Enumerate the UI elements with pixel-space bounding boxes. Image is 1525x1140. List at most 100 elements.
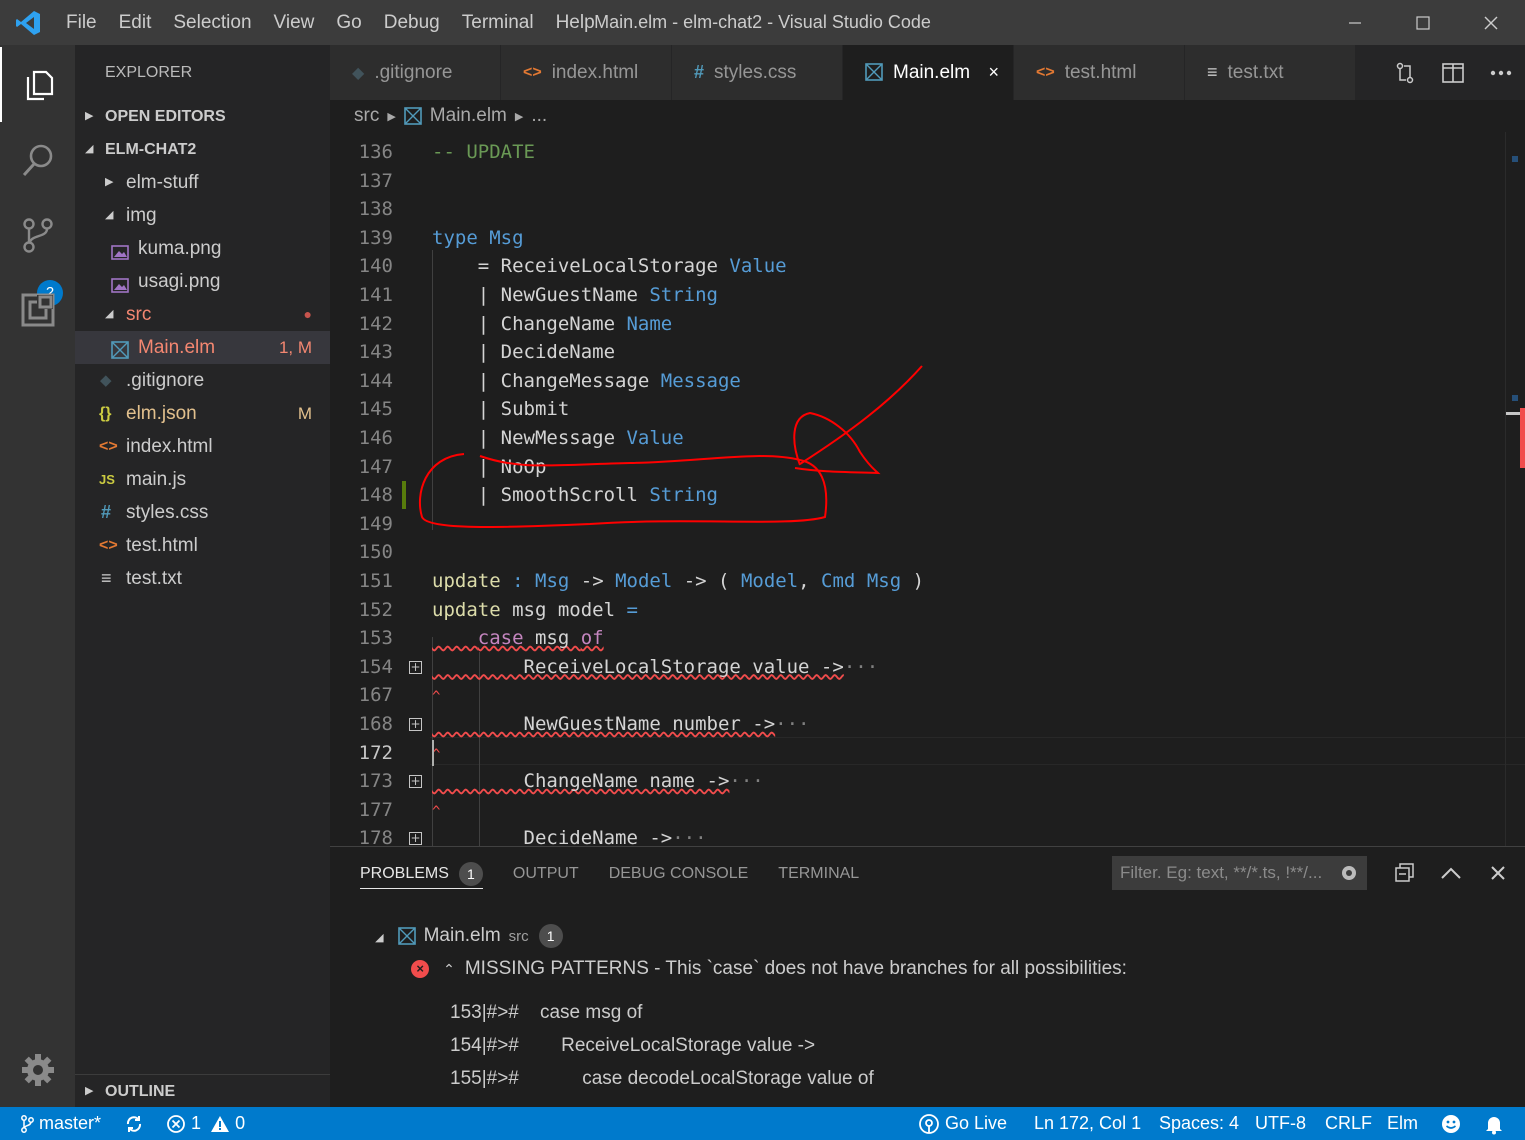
tree-item-test-html[interactable]: <> test.html xyxy=(75,529,330,562)
menu-debug[interactable]: Debug xyxy=(373,0,451,45)
language-mode[interactable]: Elm xyxy=(1387,1107,1418,1140)
tree-item-index-html[interactable]: <> index.html xyxy=(75,430,330,463)
tab-actions xyxy=(1381,45,1525,100)
menu-help[interactable]: Help xyxy=(545,0,606,45)
problem-detail-line: 155|#># case decodeLocalStorage value of xyxy=(450,1068,874,1089)
tab-gitignore[interactable]: ◆ .gitignore xyxy=(330,45,501,100)
activity-bar: 2 xyxy=(0,45,75,1107)
tree-item-label: kuma.png xyxy=(138,238,222,259)
chevron-right-icon: ▶ xyxy=(105,176,114,188)
close-tab-icon[interactable]: × xyxy=(988,62,999,83)
menu-terminal[interactable]: Terminal xyxy=(451,0,545,45)
tree-item-main-elm[interactable]: Main.elm 1, M xyxy=(75,331,330,364)
tab-test-txt[interactable]: ≡ test.txt xyxy=(1185,45,1356,100)
more-actions-icon[interactable] xyxy=(1477,45,1525,100)
maximize-panel-icon[interactable] xyxy=(1436,857,1466,889)
indentation[interactable]: Spaces: 4 xyxy=(1159,1107,1239,1140)
tree-item-src[interactable]: ◢ src ● xyxy=(75,298,330,331)
tab-styles-css[interactable]: # styles.css xyxy=(672,45,843,100)
status-bar: master* 1 0 Go Live Ln 172, Col 1 Spaces… xyxy=(0,1107,1525,1140)
tab-debug-console[interactable]: DEBUG CONSOLE xyxy=(609,859,749,889)
tree-item-usagi-png[interactable]: usagi.png xyxy=(75,265,330,298)
line-ending[interactable]: CRLF xyxy=(1325,1107,1372,1140)
close-window-button[interactable] xyxy=(1457,0,1525,45)
warning-icon xyxy=(211,1116,230,1133)
tree-item-img[interactable]: ◢ img xyxy=(75,199,330,232)
explorer-icon[interactable] xyxy=(0,47,75,122)
filter-settings-icon[interactable] xyxy=(1334,857,1364,889)
feedback-smiley-icon[interactable] xyxy=(1440,1107,1462,1140)
menu-selection[interactable]: Selection xyxy=(162,0,262,45)
tab-test-html[interactable]: <> test.html xyxy=(1014,45,1185,100)
tree-item-elm-json[interactable]: {} elm.json M xyxy=(75,397,330,430)
elm-icon xyxy=(865,63,883,82)
minimize-button[interactable] xyxy=(1321,0,1389,45)
tab-terminal[interactable]: TERMINAL xyxy=(778,859,859,889)
problem-detail-line: 153|#># case msg of xyxy=(450,1002,643,1023)
go-live-item[interactable]: Go Live xyxy=(918,1107,1007,1140)
cursor-position[interactable]: Ln 172, Col 1 xyxy=(1034,1107,1141,1140)
tab-label: test.txt xyxy=(1227,61,1284,83)
panel-tabs: PROBLEMS 1 OUTPUT DEBUG CONSOLE TERMINAL xyxy=(360,859,889,889)
status-badge: 1, M xyxy=(278,338,312,357)
chevron-down-icon: ◢ xyxy=(105,308,114,320)
tab-output[interactable]: OUTPUT xyxy=(513,859,579,889)
open-editors-label: OPEN EDITORS xyxy=(105,108,226,125)
tree-item-main-js[interactable]: JS main.js xyxy=(75,463,330,496)
error-count: 1 xyxy=(191,1113,202,1133)
tree-item-label: img xyxy=(126,205,157,226)
project-label: ELM-CHAT2 xyxy=(105,141,197,158)
tab-problems[interactable]: PROBLEMS 1 xyxy=(360,859,483,889)
tree-item-label: main.js xyxy=(126,469,187,490)
git-branch-item[interactable]: master* xyxy=(20,1107,101,1140)
project-section[interactable]: ◢ ELM-CHAT2 xyxy=(75,133,330,166)
tree-item-kuma-png[interactable]: kuma.png xyxy=(75,232,330,265)
collapse-all-icon[interactable] xyxy=(1390,857,1420,889)
source-control-icon[interactable] xyxy=(0,197,75,272)
tree-item-test-txt[interactable]: ≡ test.txt xyxy=(75,562,330,595)
tab-index-html[interactable]: <> index.html xyxy=(501,45,672,100)
open-editors-section[interactable]: ▶ OPEN EDITORS xyxy=(75,100,330,133)
html-icon: <> xyxy=(523,63,542,81)
problem-error-row[interactable]: × ⌃ MISSING PATTERNS - This `case` does no… xyxy=(390,936,1127,1002)
tab-label: test.html xyxy=(1064,61,1137,83)
tree-item-label: .gitignore xyxy=(126,370,205,391)
chevron-down-icon: ◢ xyxy=(105,209,114,221)
split-editor-icon[interactable] xyxy=(1429,45,1477,100)
open-changes-icon[interactable] xyxy=(1381,45,1429,100)
outline-section[interactable]: ▶ OUTLINE xyxy=(75,1074,330,1107)
problems-filter-input[interactable]: Filter. Eg: text, **/*.ts, !**/... xyxy=(1112,856,1367,890)
vscode-logo-icon xyxy=(0,0,55,45)
chevron-right-icon: ▶ xyxy=(387,110,396,123)
problems-status-item[interactable]: 1 0 xyxy=(166,1107,245,1140)
html-icon: <> xyxy=(99,537,118,554)
code-editor[interactable]: 136 -- UPDATE 137 138 139 type Msg 140 = Recei… xyxy=(330,132,1525,846)
chevron-down-icon: ◢ xyxy=(375,932,384,945)
title-bar: File Edit Selection View Go Debug Termin… xyxy=(0,0,1525,45)
warning-count: 0 xyxy=(235,1113,246,1133)
menu-edit[interactable]: Edit xyxy=(108,0,163,45)
breadcrumb-file[interactable]: Main.elm xyxy=(430,105,507,127)
tree-item-gitignore[interactable]: ◆ .gitignore xyxy=(75,364,330,397)
search-icon[interactable] xyxy=(0,122,75,197)
menu-view[interactable]: View xyxy=(263,0,326,45)
menu-file[interactable]: File xyxy=(55,0,108,45)
problem-detail-line: 154|#># ReceiveLocalStorage value -> xyxy=(450,1035,816,1056)
breadcrumb-more[interactable]: ... xyxy=(531,105,547,127)
breadcrumb-folder[interactable]: src xyxy=(354,105,379,127)
extensions-icon[interactable] xyxy=(0,272,75,347)
tree-item-styles-css[interactable]: # styles.css xyxy=(75,496,330,529)
chevron-right-icon: ▶ xyxy=(85,110,94,122)
tab-main-elm[interactable]: Main.elm × xyxy=(843,45,1014,100)
explorer-title: EXPLORER xyxy=(105,64,193,81)
tree-item-elm-stuff[interactable]: ▶ elm-stuff xyxy=(75,166,330,199)
encoding[interactable]: UTF-8 xyxy=(1255,1107,1306,1140)
git-icon: ◆ xyxy=(352,64,365,82)
outline-label: OUTLINE xyxy=(105,1083,176,1100)
notifications-bell-icon[interactable] xyxy=(1483,1107,1505,1140)
menu-go[interactable]: Go xyxy=(325,0,372,45)
close-panel-icon[interactable] xyxy=(1483,857,1513,889)
sync-icon[interactable] xyxy=(124,1107,144,1140)
maximize-button[interactable] xyxy=(1389,0,1457,45)
settings-gear-icon[interactable] xyxy=(0,1032,75,1107)
